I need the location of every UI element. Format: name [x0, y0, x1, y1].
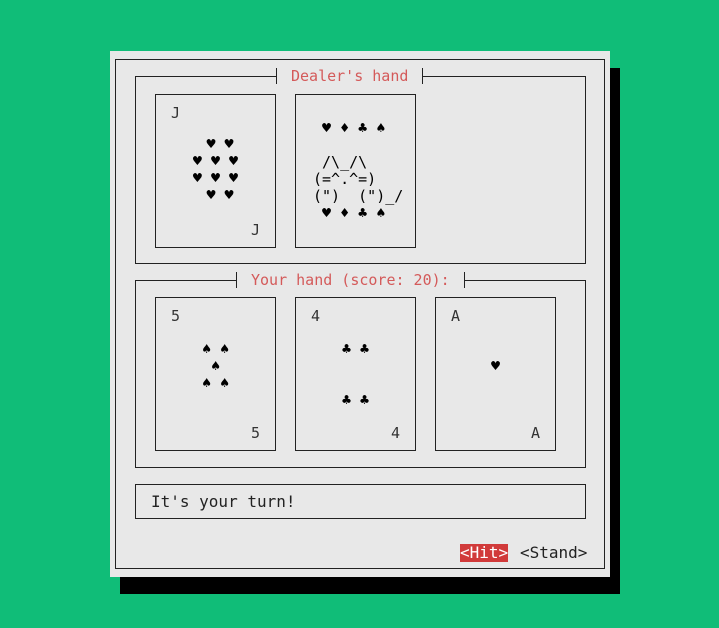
player-card-ace-hearts: A ♥ A [435, 297, 556, 451]
card-pips-hearts: ♥ [490, 357, 501, 375]
stand-button[interactable]: <Stand> [520, 544, 587, 562]
hit-button[interactable]: <Hit> [460, 544, 509, 562]
card-pips-hearts: ♥ ♥ ♥ ♥ ♥ ♥ ♥ ♥ ♥ ♥ [192, 135, 239, 204]
card-rank-top: J [171, 104, 181, 122]
card-rank-bottom: J [250, 221, 260, 239]
blackjack-dialog: Dealer's hand J ♥ ♥ ♥ ♥ ♥ ♥ ♥ ♥ ♥ ♥ J ♥ … [110, 51, 610, 577]
card-back-cat-art: ♥ ♦ ♣ ♠ /\_/\ (=^.^=) (") (")_/ ♥ ♦ ♣ ♠ [313, 119, 404, 222]
player-hand-frame: Your hand (score: 20): 5 ♠ ♠ ♠ ♠ ♠ 5 4 ♣… [135, 272, 586, 468]
player-hand-title: Your hand (score: 20): [236, 272, 465, 288]
card-rank-bottom: 4 [390, 424, 400, 442]
player-card-4-clubs: 4 ♣ ♣ ♣ ♣ 4 [295, 297, 416, 451]
player-card-5-spades: 5 ♠ ♠ ♠ ♠ ♠ 5 [155, 297, 276, 451]
card-rank-bottom: A [530, 424, 540, 442]
card-rank-bottom: 5 [250, 424, 260, 442]
dealer-card-jack-hearts: J ♥ ♥ ♥ ♥ ♥ ♥ ♥ ♥ ♥ ♥ J [155, 94, 276, 248]
card-rank-top: 5 [171, 307, 181, 325]
status-message: It's your turn! [135, 484, 586, 519]
dealer-hand-title: Dealer's hand [276, 68, 424, 84]
card-rank-top: A [451, 307, 461, 325]
dealer-card-face-down: ♥ ♦ ♣ ♠ /\_/\ (=^.^=) (") (")_/ ♥ ♦ ♣ ♠ [295, 94, 416, 248]
card-pips-spades: ♠ ♠ ♠ ♠ ♠ [201, 340, 230, 392]
card-rank-top: 4 [311, 307, 321, 325]
dealer-hand-frame: Dealer's hand J ♥ ♥ ♥ ♥ ♥ ♥ ♥ ♥ ♥ ♥ J ♥ … [135, 68, 586, 264]
card-pips-clubs: ♣ ♣ ♣ ♣ [341, 340, 370, 409]
